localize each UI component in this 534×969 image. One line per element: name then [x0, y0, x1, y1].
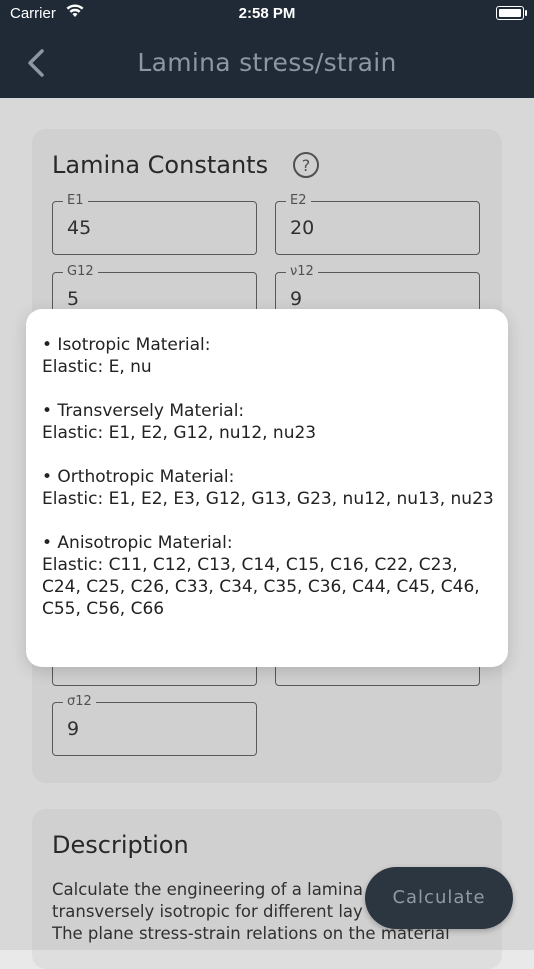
section-detail: Elastic: E1, E2, E3, G12, G13, G23, nu12… — [42, 489, 494, 509]
section-detail: Elastic: E, nu — [42, 357, 152, 377]
popup-body: • Isotropic Material: Elastic: E, nu • T… — [42, 334, 498, 642]
calculate-button[interactable]: Calculate — [365, 867, 513, 929]
transversely-section: • Transversely Material: Elastic: E1, E2… — [42, 400, 498, 444]
material-info-popup: • Isotropic Material: Elastic: E, nu • T… — [26, 309, 508, 667]
status-time: 2:58 PM — [238, 5, 296, 22]
isotropic-section: • Isotropic Material: Elastic: E, nu — [42, 334, 498, 378]
section-detail: Elastic: C11, C12, C13, C14, C15, C16, C… — [42, 555, 480, 619]
section-heading: • Isotropic Material: — [42, 335, 211, 355]
status-bar: Carrier 2:58 PM — [0, 0, 534, 28]
section-detail: Elastic: E1, E2, G12, nu12, nu23 — [42, 423, 317, 443]
page-title: Lamina stress/strain — [137, 48, 397, 77]
section-heading: • Anisotropic Material: — [42, 533, 233, 553]
section-heading: • Orthotropic Material: — [42, 467, 235, 487]
orthotropic-section: • Orthotropic Material: Elastic: E1, E2,… — [42, 466, 498, 510]
battery-icon — [496, 6, 527, 20]
navigation-bar: Lamina stress/strain — [0, 28, 534, 98]
anisotropic-section: • Anisotropic Material: Elastic: C11, C1… — [42, 532, 498, 620]
section-heading: • Transversely Material: — [42, 401, 245, 421]
